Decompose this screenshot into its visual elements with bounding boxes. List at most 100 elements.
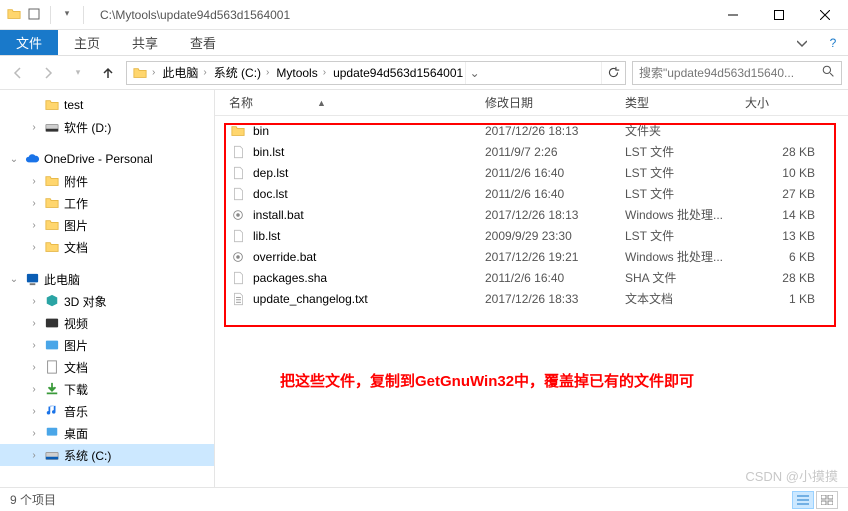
tree-item-work[interactable]: ›工作 [0,192,214,214]
title-bar: ▾ C:\Mytools\update94d563d1564001 [0,0,848,30]
tree-item-system-c[interactable]: ›系统 (C:) [0,444,214,466]
file-icon [229,270,247,286]
file-name: bin.lst [253,145,284,159]
column-headers: 名称▲ 修改日期 类型 大小 [215,90,848,116]
file-icon [229,144,247,160]
file-name: dep.lst [253,166,288,180]
ribbon-tabs: 文件 主页 共享 查看 ? [0,30,848,56]
file-row[interactable]: lib.lst2009/9/29 23:30LST 文件13 KB [229,225,838,246]
file-list[interactable]: bin2017/12/26 18:13文件夹 bin.lst 2011/9/7 2:… [215,116,848,313]
file-list-area: 名称▲ 修改日期 类型 大小 bin2017/12/26 18:13文件夹bin… [215,90,848,487]
help-button[interactable]: ? [818,30,848,55]
up-button[interactable] [96,61,120,85]
tab-file[interactable]: 文件 [0,30,58,55]
column-name[interactable]: 名称▲ [229,94,485,111]
navigation-tree[interactable]: test ›软件 (D:) ⌄OneDrive - Personal ›附件 ›… [0,90,215,487]
tree-item-pictures[interactable]: ›图片 [0,214,214,236]
disk-icon [44,447,60,463]
tree-item-software-d[interactable]: ›软件 (D:) [0,116,214,138]
column-size[interactable]: 大小 [745,94,815,111]
file-type: LST 文件 [625,227,745,244]
column-date[interactable]: 修改日期 [485,94,625,111]
text-icon [229,291,247,307]
chevron-right-icon[interactable]: › [263,67,272,78]
chevron-right-icon[interactable]: › [320,67,329,78]
file-row[interactable]: update_changelog.txt2017/12/26 18:33文本文档… [229,288,838,309]
file-date: 2011/2/6 16:40 [485,187,625,201]
file-row[interactable]: bin.lst2011/9/7 2:26LST 文件28 KB [229,141,838,162]
file-row[interactable]: doc.lst2011/2/6 16:40LST 文件27 KB [229,183,838,204]
file-row[interactable]: bin2017/12/26 18:13文件夹 [229,120,838,141]
tab-view[interactable]: 查看 [174,30,232,55]
file-row[interactable]: override.bat2017/12/26 19:21Windows 批处理.… [229,246,838,267]
crumb-current[interactable]: update94d563d1564001 [333,66,463,80]
refresh-button[interactable] [601,62,625,84]
tree-item-downloads[interactable]: ›下载 [0,378,214,400]
file-date: 2009/9/29 23:30 [485,229,625,243]
chevron-right-icon[interactable]: › [149,67,158,78]
thumbnails-view-button[interactable] [816,491,838,509]
file-name: packages.sha [253,271,327,285]
checkbox-icon[interactable] [26,6,42,22]
chevron-right-icon[interactable]: › [200,67,209,78]
recent-locations-button[interactable]: ▾ [66,61,90,85]
download-icon [44,381,60,397]
back-button[interactable] [6,61,30,85]
folder-icon [44,217,60,233]
column-type[interactable]: 类型 [625,94,745,111]
crumb-system-c[interactable]: 系统 (C:) [214,64,261,81]
tree-item-test[interactable]: test [0,94,214,116]
tree-item-attachments[interactable]: ›附件 [0,170,214,192]
tree-item-onedrive[interactable]: ⌄OneDrive - Personal [0,148,214,170]
file-type: SHA 文件 [625,269,745,286]
tree-item-3d-objects[interactable]: ›3D 对象 [0,290,214,312]
forward-button[interactable] [36,61,60,85]
gear-icon [229,249,247,265]
file-row[interactable]: install.bat2017/12/26 18:13Windows 批处理..… [229,204,838,225]
file-size: 13 KB [745,229,815,243]
file-date: 2011/2/6 16:40 [485,271,625,285]
cloud-icon [24,151,40,167]
close-button[interactable] [802,0,848,30]
separator [50,6,51,24]
details-view-button[interactable] [792,491,814,509]
search-input[interactable]: 搜索"update94d563d15640... [632,61,842,85]
file-date: 2011/9/7 2:26 [485,145,625,159]
file-size: 1 KB [745,292,815,306]
address-dropdown-button[interactable]: ⌄ [465,62,483,84]
desktop-icon [44,425,60,441]
crumb-mytools[interactable]: Mytools [276,66,317,80]
tab-home[interactable]: 主页 [58,30,116,55]
file-name: install.bat [253,208,304,222]
file-row[interactable]: packages.sha2011/2/6 16:40SHA 文件28 KB [229,267,838,288]
tree-item-music[interactable]: ›音乐 [0,400,214,422]
gear-icon [229,207,247,223]
file-size: 10 KB [745,166,815,180]
tree-item-videos[interactable]: ›视频 [0,312,214,334]
file-size: 28 KB [745,145,815,159]
minimize-button[interactable] [710,0,756,30]
file-icon [229,228,247,244]
tab-share[interactable]: 共享 [116,30,174,55]
dropdown-icon[interactable]: ▾ [59,6,75,22]
file-type: Windows 批处理... [625,206,745,223]
search-icon[interactable] [822,65,835,81]
tree-item-pictures2[interactable]: ›图片 [0,334,214,356]
file-name: update_changelog.txt [253,292,368,306]
tree-item-documents2[interactable]: ›文档 [0,356,214,378]
search-placeholder: 搜索"update94d563d15640... [639,64,822,81]
disk-icon [44,119,60,135]
sort-asc-icon: ▲ [317,98,326,108]
tree-item-this-pc[interactable]: ⌄此电脑 [0,268,214,290]
file-row[interactable]: dep.lst2011/2/6 16:40LST 文件10 KB [229,162,838,183]
ribbon-expand-button[interactable] [786,30,818,55]
file-type: Windows 批处理... [625,248,745,265]
file-type: LST 文件 [625,164,745,181]
maximize-button[interactable] [756,0,802,30]
tree-item-documents[interactable]: ›文档 [0,236,214,258]
status-text: 9 个项目 [10,491,56,508]
folder-icon [44,173,60,189]
tree-item-desktop[interactable]: ›桌面 [0,422,214,444]
crumb-thispc[interactable]: 此电脑 [162,64,198,81]
address-bar[interactable]: › 此电脑› 系统 (C:)› Mytools› update94d563d15… [126,61,626,85]
